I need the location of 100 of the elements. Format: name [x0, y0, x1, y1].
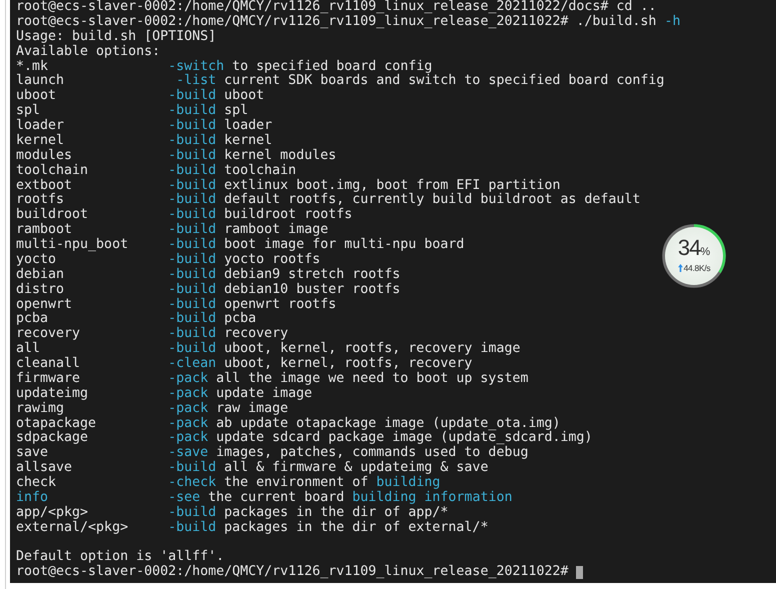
- option-description: recovery: [224, 327, 288, 342]
- flag-label: -build: [168, 208, 216, 222]
- flag-label: -switch: [168, 60, 224, 74]
- flag-label: -build: [168, 342, 216, 356]
- option-name: openwrt: [16, 298, 74, 312]
- option-description: the environment of building: [224, 476, 440, 490]
- option-name: rootfs: [16, 193, 66, 208]
- option-description: extlinux boot.img, boot from EFI partition: [224, 178, 560, 192]
- option-description: ramboot image: [224, 223, 328, 238]
- option-description: update sdcard package image (update_sdcard.img): [216, 431, 592, 446]
- option-description: images, patches, commands used to debug: [216, 446, 528, 460]
- terminal-line: Usage: build.sh [OPTIONS]: [16, 30, 216, 44]
- flag-label: -build: [168, 327, 216, 342]
- option-name: app/<pkg>: [16, 506, 90, 520]
- flag-label: -save: [168, 446, 208, 460]
- option-name: buildroot: [16, 208, 90, 222]
- option-description: kernel modules: [224, 148, 336, 164]
- option-name: check: [16, 476, 58, 490]
- upload-speed: 44.8K/s: [684, 262, 710, 275]
- option-name: toolchain: [16, 164, 90, 178]
- flag-label: -build: [168, 104, 216, 118]
- flag-label: -see: [168, 490, 200, 506]
- option-name: pcba: [16, 312, 50, 328]
- option-name: rawimg: [16, 402, 66, 416]
- option-name: kernel: [16, 134, 66, 148]
- option-name: yocto: [16, 252, 58, 268]
- flag-label: -pack: [168, 402, 208, 416]
- flag-label: -pack: [168, 372, 208, 386]
- option-name: recovery: [16, 327, 82, 342]
- option-description: default rootfs, currently build buildroot as default: [224, 193, 640, 208]
- option-name: launch: [16, 74, 66, 88]
- option-description: yocto rootfs: [224, 252, 320, 268]
- option-name: otapackage: [16, 416, 98, 430]
- flag-label: -build: [168, 506, 216, 520]
- option-description: all the image we need to boot up system: [216, 372, 528, 386]
- flag-label: -build: [168, 178, 216, 192]
- option-name: uboot: [16, 89, 58, 104]
- option-name: save: [16, 446, 50, 460]
- option-name: multi-npu_boot: [16, 238, 130, 253]
- option-description: packages in the dir of app/*: [224, 506, 448, 520]
- flag-label: -build: [168, 164, 216, 178]
- option-name: firmware: [16, 372, 82, 386]
- network-speed-widget[interactable]: 34% 44.8K/s: [660, 222, 728, 290]
- option-description: kernel: [224, 134, 272, 148]
- option-description: the current board building information: [208, 490, 512, 506]
- option-name: external/<pkg>: [16, 520, 130, 536]
- flag-label: -build: [168, 520, 216, 536]
- option-description: update image: [216, 386, 312, 402]
- option-description: uboot, kernel, rootfs, recovery: [224, 357, 472, 372]
- flag-label: -clean: [168, 357, 216, 372]
- flag-label: -build: [168, 238, 216, 252]
- flag-label: -build: [168, 268, 216, 282]
- flag-label: -build: [168, 298, 216, 312]
- option-description: packages in the dir of external/*: [224, 520, 488, 536]
- flag-label: -pack: [168, 386, 208, 402]
- flag-label: -build: [168, 119, 216, 134]
- flag-label: -build: [168, 89, 216, 104]
- option-description: uboot, kernel, rootfs, recovery image: [224, 342, 520, 356]
- option-name: distro: [16, 282, 66, 298]
- option-description: uboot: [224, 89, 264, 104]
- option-description: to specified board config: [232, 60, 432, 74]
- option-description: ab update otapackage image (update_ota.img): [216, 416, 560, 431]
- terminal-line: root@ecs-slaver-0002:/home/QMCY/rv1126_rv1109_linux_release_20211022# ./build.sh -h: [16, 14, 680, 30]
- option-name: *.mk: [16, 60, 50, 74]
- option-description: toolchain: [224, 164, 296, 178]
- option-description: openwrt rootfs: [224, 298, 336, 312]
- flag-label: -build: [168, 193, 216, 208]
- flag-label: -build: [168, 312, 216, 326]
- option-description: loader: [224, 119, 272, 134]
- terminal-line: root@ecs-slaver-0002:/home/QMCY/rv1126_rv1109_linux_release_20211022/docs# cd ..: [16, 0, 656, 14]
- option-name: allsave: [16, 461, 74, 476]
- upload-arrow-icon: [678, 264, 683, 272]
- percent-unit: %: [700, 246, 710, 258]
- flag-label: -build: [168, 223, 216, 238]
- terminal-prompt: root@ecs-slaver-0002:/home/QMCY/rv1126_rv1109_linux_release_20211022#: [16, 565, 568, 580]
- option-description: debian10 buster rootfs: [224, 282, 400, 298]
- option-name: updateimg: [16, 386, 90, 402]
- option-name: extboot: [16, 178, 74, 192]
- flag-label: -build: [168, 461, 216, 476]
- option-name: spl: [16, 104, 42, 118]
- option-description: boot image for multi-npu board: [224, 238, 464, 252]
- option-description: debian9 stretch rootfs: [224, 268, 400, 282]
- text-cursor: [576, 566, 584, 580]
- option-name: loader: [16, 119, 66, 134]
- usage-percent: 34: [678, 236, 700, 259]
- terminal-line: Default option is 'allff'.: [16, 550, 224, 564]
- option-description: raw image: [216, 402, 288, 416]
- option-name: modules: [16, 148, 74, 164]
- flag-label: -build: [168, 252, 216, 268]
- option-name: debian: [16, 268, 66, 282]
- flag-label: -pack: [168, 431, 208, 446]
- flag-label: -build: [168, 282, 216, 298]
- flag-label: -build: [168, 134, 216, 148]
- flag-label: -pack: [168, 416, 208, 430]
- option-description: buildroot rootfs: [224, 208, 352, 222]
- option-name: info: [16, 490, 50, 506]
- terminal-line: Available options:: [16, 44, 160, 60]
- option-description: spl: [224, 104, 248, 118]
- flag-label: -build: [168, 148, 216, 164]
- option-name: all: [16, 342, 42, 356]
